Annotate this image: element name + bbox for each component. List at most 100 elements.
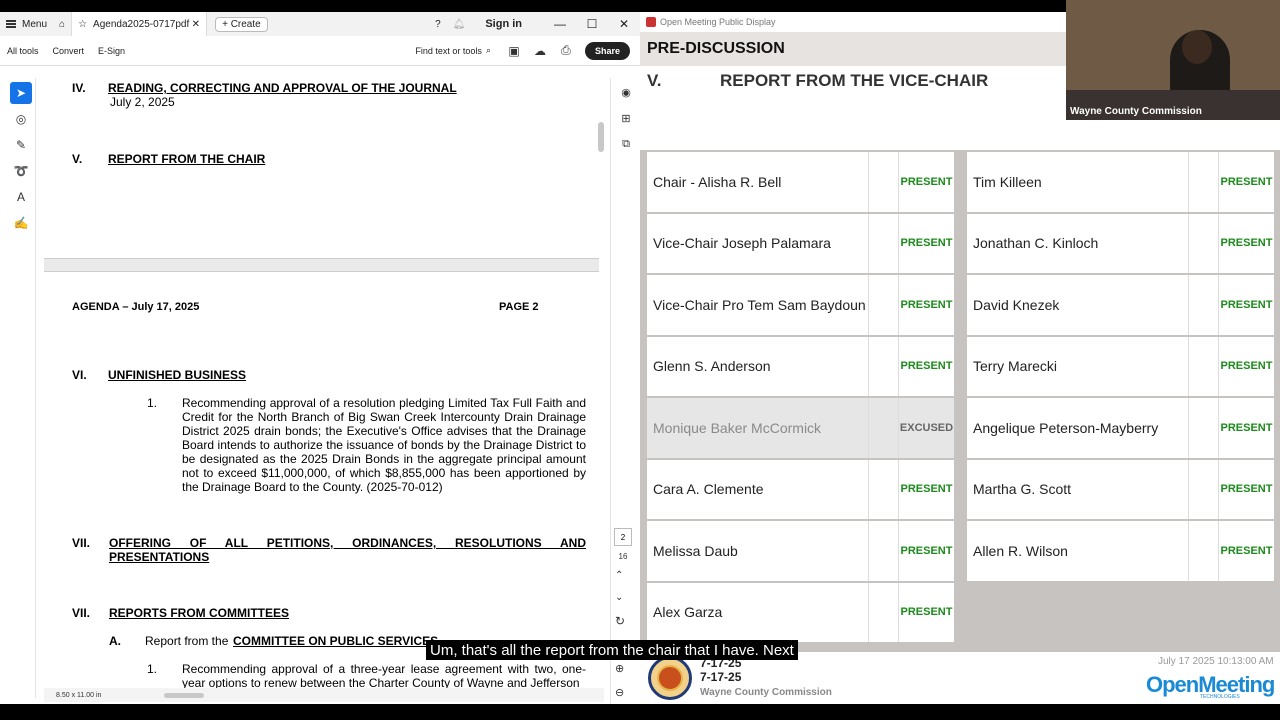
page-total: 16 bbox=[618, 552, 628, 561]
member-row: Chair - Alisha R. Bell PRESENT bbox=[647, 152, 954, 214]
select-cursor-icon[interactable]: ➤ bbox=[10, 82, 32, 104]
vertical-scrollbar[interactable] bbox=[597, 78, 605, 698]
menu-button[interactable]: Menu bbox=[0, 12, 53, 36]
bookmark-icon[interactable]: ⊞ bbox=[614, 106, 638, 130]
attendance-status: PRESENT bbox=[1220, 237, 1273, 250]
member-row: Jonathan C. Kinloch PRESENT bbox=[967, 213, 1274, 275]
left-toolbar: ➤ ◎ ✎ ➰ A ✍ bbox=[6, 78, 36, 698]
attendance-status: PRESENT bbox=[900, 298, 953, 311]
section-number: VII. bbox=[72, 536, 91, 550]
member-row: Angelique Peterson-Mayberry PRESENT bbox=[967, 398, 1274, 460]
pen-icon[interactable]: ✎ bbox=[10, 134, 32, 156]
scroll-thumb[interactable] bbox=[598, 122, 604, 152]
create-button[interactable]: + Create bbox=[215, 16, 268, 32]
item-number: 1. bbox=[147, 662, 158, 676]
upload-icon[interactable]: ☁ bbox=[527, 44, 553, 58]
help-icon[interactable]: ? bbox=[429, 12, 447, 36]
all-tools-tab[interactable]: All tools bbox=[0, 46, 46, 56]
print-icon[interactable]: ⎙ bbox=[553, 43, 579, 58]
esign-tab[interactable]: E-Sign bbox=[91, 46, 132, 56]
section-title: READING, CORRECTING AND APPROVAL OF THE … bbox=[108, 81, 457, 95]
member-row: David Knezek PRESENT bbox=[967, 275, 1274, 337]
sign-in-button[interactable]: Sign in bbox=[479, 12, 528, 36]
hamburger-icon bbox=[6, 20, 16, 28]
close-window-icon[interactable]: ✕ bbox=[608, 17, 640, 31]
tools-bar: All tools Convert E-Sign Find text or to… bbox=[0, 36, 640, 66]
meeting-date: 7-17-25 bbox=[700, 670, 742, 684]
acrobat-window: Menu ⌂ ☆ Agenda2025-0717pdf ✕ + Create ?… bbox=[0, 12, 640, 704]
om-window-title: Open Meeting Public Display bbox=[660, 17, 776, 27]
find-text-label: Find text or tools bbox=[415, 45, 482, 56]
member-name: David Knezek bbox=[967, 275, 1189, 335]
text-box-icon[interactable]: A bbox=[10, 186, 32, 208]
member-name: Alex Garza bbox=[647, 582, 869, 642]
section-title: UNFINISHED BUSINESS bbox=[108, 368, 247, 382]
member-name: Jonathan C. Kinloch bbox=[967, 213, 1189, 273]
section-number: VI. bbox=[72, 368, 87, 382]
page-down-icon[interactable]: ⌄ bbox=[615, 592, 623, 603]
agenda-section-title: REPORT FROM THE VICE-CHAIR bbox=[720, 71, 989, 90]
member-name: Angelique Peterson-Mayberry bbox=[967, 398, 1189, 458]
section-title: OFFERING OF ALL PETITIONS, ORDINANCES, R… bbox=[109, 536, 586, 564]
star-icon[interactable]: ☆ bbox=[78, 19, 87, 30]
close-tab-icon[interactable]: ✕ bbox=[192, 19, 200, 30]
agenda-section-number: V. bbox=[647, 71, 662, 90]
copy-icon[interactable]: ⧉ bbox=[614, 132, 638, 156]
title-bar: Menu ⌂ ☆ Agenda2025-0717pdf ✕ + Create ?… bbox=[0, 12, 640, 36]
attendance-status: PRESENT bbox=[1220, 298, 1273, 311]
lasso-icon[interactable]: ➰ bbox=[10, 160, 32, 182]
member-name: Vice-Chair Joseph Palamara bbox=[647, 213, 869, 273]
member-row: Vice-Chair Joseph Palamara PRESENT bbox=[647, 213, 954, 275]
document-tab[interactable]: ☆ Agenda2025-0717pdf ✕ bbox=[71, 12, 208, 36]
zoom-in-icon[interactable]: ⊕ bbox=[615, 662, 624, 675]
comment-icon[interactable]: ◎ bbox=[10, 108, 32, 130]
clock: July 17 2025 10:13:00 AM bbox=[1158, 656, 1274, 667]
pdf-document: IV. READING, CORRECTING AND APPROVAL OF … bbox=[44, 76, 599, 696]
attendance-status: PRESENT bbox=[1220, 360, 1273, 373]
attendance-status: PRESENT bbox=[1220, 175, 1273, 188]
attendance-status: PRESENT bbox=[900, 360, 953, 373]
live-caption: Um, that's all the report from the chair… bbox=[426, 640, 798, 660]
member-name: Glenn S. Anderson bbox=[647, 336, 869, 396]
minimize-icon[interactable]: — bbox=[544, 17, 576, 31]
maximize-icon[interactable]: ☐ bbox=[576, 17, 608, 31]
convert-tab[interactable]: Convert bbox=[46, 46, 92, 56]
member-row: Alex Garza PRESENT bbox=[647, 582, 954, 644]
commission-name: Wayne County Commission bbox=[700, 687, 832, 698]
member-row: Monique Baker McCormick EXCUSED bbox=[647, 398, 954, 460]
save-icon[interactable]: ▣ bbox=[501, 44, 527, 58]
member-name: Martha G. Scott bbox=[967, 459, 1189, 519]
member-row: Vice-Chair Pro Tem Sam Baydoun PRESENT bbox=[647, 275, 954, 337]
horizontal-scroll-thumb[interactable] bbox=[164, 693, 204, 698]
item-text: Recommending approval of a resolution pl… bbox=[182, 396, 586, 494]
section-number: IV. bbox=[72, 81, 86, 95]
member-name: Allen R. Wilson bbox=[967, 521, 1189, 581]
page-break bbox=[44, 258, 599, 272]
agenda-header: AGENDA – July 17, 2025 bbox=[72, 301, 200, 313]
attendance-status: PRESENT bbox=[1220, 421, 1273, 434]
attendance-status: PRESENT bbox=[1220, 483, 1273, 496]
page-header: PAGE 2 bbox=[499, 301, 539, 313]
page-up-icon[interactable]: ⌃ bbox=[615, 570, 623, 581]
status-bar: 8.50 x 11.00 in bbox=[44, 688, 604, 702]
share-button[interactable]: Share bbox=[584, 41, 630, 60]
find-text-button[interactable]: Find text or tools ⌕ bbox=[415, 45, 501, 56]
subsection-prefix: Report from the bbox=[145, 634, 229, 648]
member-row: Cara A. Clemente PRESENT bbox=[647, 459, 954, 521]
page-number-input[interactable]: 2 bbox=[614, 528, 632, 546]
refresh-icon[interactable]: ↻ bbox=[615, 614, 625, 628]
item-text: Recommending approval of a three-year le… bbox=[182, 662, 586, 690]
zoom-out-icon[interactable]: ⊖ bbox=[615, 686, 624, 699]
section-title: REPORT FROM THE CHAIR bbox=[108, 152, 266, 166]
member-row: Glenn S. Anderson PRESENT bbox=[647, 336, 954, 398]
bell-icon[interactable]: 🔔︎ bbox=[447, 12, 472, 36]
member-row: Tim Killeen PRESENT bbox=[967, 152, 1274, 214]
home-icon[interactable]: ⌂ bbox=[53, 12, 71, 36]
sign-icon[interactable]: ✍ bbox=[10, 212, 32, 234]
attendance-status: PRESENT bbox=[900, 237, 953, 250]
subsection-letter: A. bbox=[109, 634, 121, 648]
create-label: Create bbox=[230, 18, 261, 30]
attendance-status: PRESENT bbox=[900, 606, 953, 619]
ai-assistant-icon[interactable]: ◉ bbox=[614, 80, 638, 104]
county-seal-icon bbox=[648, 656, 692, 700]
